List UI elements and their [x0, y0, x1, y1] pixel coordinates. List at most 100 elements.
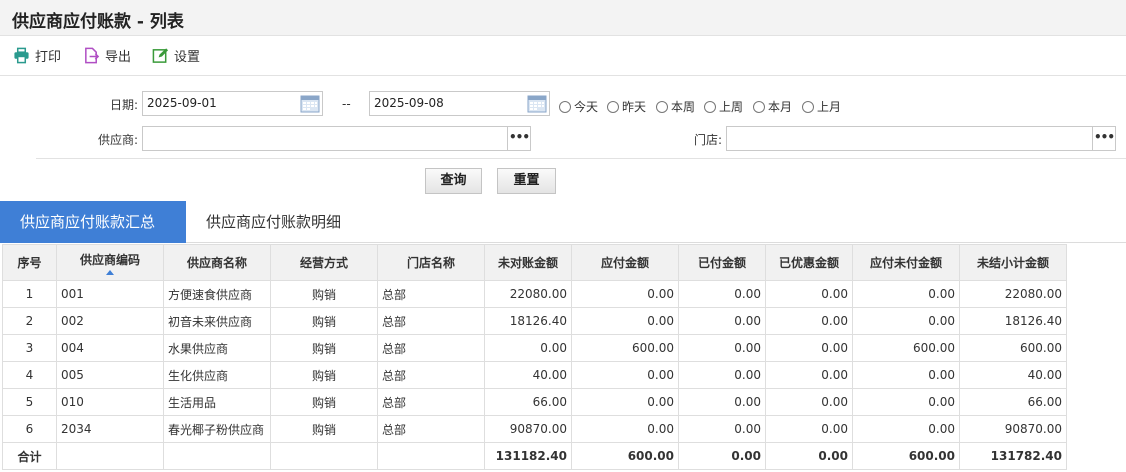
- cell-paid: 0.00: [678, 415, 766, 443]
- cell-index: 5: [2, 388, 57, 416]
- cell-payable: 600.00: [571, 334, 679, 362]
- calendar-icon[interactable]: [527, 94, 547, 113]
- col-header-index[interactable]: 序号: [2, 244, 57, 281]
- title-bar: 供应商应付账款 - 列表: [0, 0, 1126, 36]
- total-cell-paid: 0.00: [678, 442, 766, 470]
- cell-payable: 0.00: [571, 361, 679, 389]
- cell-business-mode: 购销: [270, 361, 378, 389]
- radio-circle[interactable]: [802, 100, 814, 113]
- cell-supplier-code: 2034: [56, 415, 164, 443]
- edit-settings-icon: [152, 47, 169, 63]
- settings-label: 设置: [174, 49, 201, 65]
- date-from-value: 2025-09-01: [147, 96, 217, 110]
- query-button[interactable]: 查询: [425, 168, 482, 194]
- total-cell-payable: 600.00: [571, 442, 679, 470]
- table-row[interactable]: 4 005 生化供应商 购销 总部 40.00 0.00 0.00 0.00 0.00 40.00: [2, 361, 1067, 389]
- print-button[interactable]: 打印: [13, 45, 61, 65]
- tab-detail[interactable]: 供应商应付账款明细: [186, 201, 361, 243]
- cell-paid: 0.00: [678, 361, 766, 389]
- table-row[interactable]: 1 001 方便速食供应商 购销 总部 22080.00 0.00 0.00 0.00 0.00 2…: [2, 280, 1067, 308]
- col-header-discount[interactable]: 已优惠金额: [765, 244, 853, 281]
- radio-circle[interactable]: [753, 100, 765, 113]
- col-header-business-mode[interactable]: 经营方式: [270, 244, 378, 281]
- store-label: 门店:: [693, 133, 722, 147]
- cell-supplier-code: 005: [56, 361, 164, 389]
- cell-outstanding: 90870.00: [959, 415, 1067, 443]
- col-header-unreconciled[interactable]: 未对账金额: [484, 244, 572, 281]
- reset-button[interactable]: 重置: [497, 168, 556, 194]
- cell-business-mode: 购销: [270, 280, 378, 308]
- total-cell-unreconciled: 131182.40: [484, 442, 572, 470]
- cell-supplier-code: 002: [56, 307, 164, 335]
- table-row[interactable]: 6 2034 春光椰子粉供应商 购销 总部 90870.00 0.00 0.00 0.00 0.0…: [2, 415, 1067, 443]
- store-input[interactable]: [726, 126, 1093, 151]
- col-header-payable[interactable]: 应付金额: [571, 244, 679, 281]
- radio-label: 本月: [768, 100, 793, 114]
- cell-supplier-name: 水果供应商: [163, 334, 271, 362]
- table-row[interactable]: 3 004 水果供应商 购销 总部 0.00 600.00 0.00 0.00 600.00 600…: [2, 334, 1067, 362]
- col-header-supplier-code[interactable]: 供应商编码: [56, 244, 164, 281]
- table-row[interactable]: 2 002 初音未来供应商 购销 总部 18126.40 0.00 0.00 0.00 0.00 1…: [2, 307, 1067, 335]
- radio-this-month[interactable]: 本月: [753, 98, 792, 115]
- tab-summary[interactable]: 供应商应付账款汇总: [0, 201, 186, 243]
- export-button[interactable]: 导出: [83, 45, 131, 65]
- export-icon: [85, 47, 100, 63]
- radio-last-week[interactable]: 上周: [704, 98, 743, 115]
- col-header-paid[interactable]: 已付金额: [678, 244, 766, 281]
- cell-index: 3: [2, 334, 57, 362]
- date-to-input[interactable]: 2025-09-08: [369, 91, 550, 116]
- cell-unpaid: 0.00: [852, 361, 960, 389]
- cell-supplier-name: 春光椰子粉供应商: [163, 415, 271, 443]
- cell-paid: 0.00: [678, 307, 766, 335]
- cell-unpaid: 0.00: [852, 307, 960, 335]
- total-cell-outstanding: 131782.40: [959, 442, 1067, 470]
- col-header-unpaid[interactable]: 应付未付金额: [852, 244, 960, 281]
- col-header-store-name[interactable]: 门店名称: [377, 244, 485, 281]
- cell-supplier-name: 初音未来供应商: [163, 307, 271, 335]
- calendar-icon[interactable]: [300, 94, 320, 113]
- radio-last-month[interactable]: 上月: [802, 98, 841, 115]
- filter-divider: [36, 158, 1126, 159]
- cell-supplier-name: 生活用品: [163, 388, 271, 416]
- total-cell-supplier-name: [163, 442, 271, 470]
- sort-asc-icon[interactable]: [106, 269, 114, 275]
- cell-supplier-code: 001: [56, 280, 164, 308]
- date-from-input[interactable]: 2025-09-01: [142, 91, 323, 116]
- cell-store-name: 总部: [377, 361, 485, 389]
- total-label: 合计: [2, 442, 57, 470]
- radio-circle[interactable]: [559, 100, 571, 113]
- total-cell-supplier-code: [56, 442, 164, 470]
- table-row[interactable]: 5 010 生活用品 购销 总部 66.00 0.00 0.00 0.00 0.00 66.00: [2, 388, 1067, 416]
- cell-index: 4: [2, 361, 57, 389]
- supplier-label: 供应商:: [97, 133, 138, 147]
- radio-yesterday[interactable]: 昨天: [607, 98, 646, 115]
- store-more-button[interactable]: •••: [1092, 126, 1116, 151]
- radio-circle[interactable]: [656, 100, 668, 113]
- settings-button[interactable]: 设置: [152, 45, 200, 65]
- cell-business-mode: 购销: [270, 415, 378, 443]
- radio-this-week[interactable]: 本周: [656, 98, 695, 115]
- cell-discount: 0.00: [765, 415, 853, 443]
- supplier-more-button[interactable]: •••: [507, 126, 531, 151]
- table-header-row: 序号 供应商编码 供应商名称 经营方式 门店名称 未对账金额 应付金额 已付金额…: [2, 244, 1067, 281]
- cell-index: 1: [2, 280, 57, 308]
- radio-circle[interactable]: [607, 100, 619, 113]
- cell-outstanding: 22080.00: [959, 280, 1067, 308]
- cell-unpaid: 0.00: [852, 280, 960, 308]
- cell-unpaid: 0.00: [852, 388, 960, 416]
- tab-bar: 供应商应付账款汇总 供应商应付账款明细: [0, 201, 1126, 243]
- cell-store-name: 总部: [377, 388, 485, 416]
- cell-business-mode: 购销: [270, 307, 378, 335]
- radio-circle[interactable]: [704, 100, 716, 113]
- cell-unpaid: 600.00: [852, 334, 960, 362]
- col-header-supplier-name[interactable]: 供应商名称: [163, 244, 271, 281]
- supplier-input[interactable]: [142, 126, 508, 151]
- col-header-label: 供应商编码: [79, 252, 140, 267]
- cell-payable: 0.00: [571, 307, 679, 335]
- date-separator: --: [342, 97, 351, 111]
- payables-table: 序号 供应商编码 供应商名称 经营方式 门店名称 未对账金额 应付金额 已付金额…: [2, 244, 1067, 470]
- cell-business-mode: 购销: [270, 334, 378, 362]
- table-total-row: 合计 131182.40 600.00 0.00 0.00 600.00 131782.40: [2, 442, 1067, 470]
- radio-today[interactable]: 今天: [559, 98, 598, 115]
- col-header-outstanding[interactable]: 未结小计金额: [959, 244, 1067, 281]
